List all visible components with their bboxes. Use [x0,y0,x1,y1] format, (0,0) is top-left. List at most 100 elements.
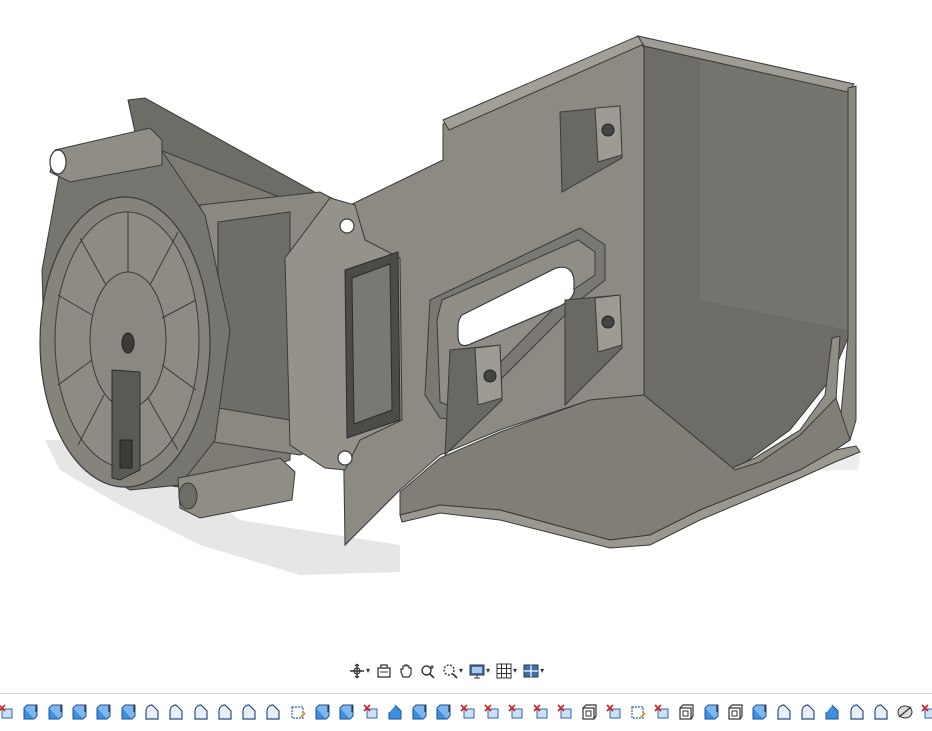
timeline-extrude-feature[interactable] [43,700,67,724]
extrude-icon [70,703,88,721]
flange-hole-bottom [337,450,353,466]
timeline-extrude-feature[interactable] [91,700,115,724]
timeline-sketch-feature[interactable] [650,700,674,724]
extrude-icon [119,703,137,721]
timeline-extrude-feature[interactable] [699,700,723,724]
fillet-icon [264,703,282,721]
timeline-extrude-feature[interactable] [747,700,771,724]
chevron-down-icon: ▾ [486,666,491,675]
chevron-down-icon: ▾ [513,666,518,675]
timeline-shell-feature[interactable] [674,700,698,724]
extrude-icon [94,703,112,721]
blower-fan[interactable] [39,97,403,519]
fillet-icon [799,703,817,721]
pan-button[interactable] [397,659,415,683]
chamfer-icon [823,703,841,721]
fan-ear-bottom-hole [178,482,198,510]
fit-icon [442,663,458,679]
timeline-chamfer-feature[interactable] [383,700,407,724]
side-wall-shade [700,60,848,330]
fillet-icon [240,703,258,721]
look-at-icon [376,663,392,679]
extrude-icon [434,703,452,721]
viewports-button[interactable]: ▾ [522,659,545,683]
chevron-down-icon: ▾ [366,666,371,675]
display-settings-icon [469,663,485,679]
sketch-icon [0,703,15,721]
timeline-fillet-feature[interactable] [772,700,796,724]
timeline-sketch-feature[interactable] [0,700,18,724]
grid-icon [496,663,512,679]
look-at-button[interactable] [375,659,393,683]
fillet-icon [216,703,234,721]
timeline-fillet-feature[interactable] [261,700,285,724]
fan-ear-top-hole [49,149,67,175]
timeline-shell-feature[interactable] [577,700,601,724]
pan-icon [398,663,414,679]
timeline-extrude-feature[interactable] [18,700,42,724]
extrude-icon [21,703,39,721]
timeline-sketch-feature[interactable] [504,700,528,724]
timeline-extrude-feature[interactable] [431,700,455,724]
timeline-chamfer-feature[interactable] [820,700,844,724]
chevron-down-icon: ▾ [540,666,545,675]
timeline-extrude-feature[interactable] [115,700,139,724]
timeline-fillet-feature[interactable] [164,700,188,724]
flange-hole-top [339,218,355,234]
sketch-icon [920,703,932,721]
fillet-icon [775,703,793,721]
orbit-icon [349,663,365,679]
timeline-plane-feature[interactable] [626,700,650,724]
timeline-fillet-feature[interactable] [140,700,164,724]
navigation-toolbar: ▾ ▾ ▾ ▾ ▾ [348,658,545,684]
bracket-body[interactable] [339,35,861,549]
zoom-button[interactable] [419,659,437,683]
fillet-icon [848,703,866,721]
timeline-sketch-feature[interactable] [456,700,480,724]
mount-hole-right [601,315,615,329]
timeline-extrude-feature[interactable] [310,700,334,724]
timeline-fillet-feature[interactable] [213,700,237,724]
timeline-plane-feature[interactable] [286,700,310,724]
sketch-icon [653,703,671,721]
timeline-fillet-feature[interactable] [188,700,212,724]
extrude-icon [702,703,720,721]
fillet-icon [143,703,161,721]
fit-button[interactable]: ▾ [441,659,464,683]
timeline-fillet-feature[interactable] [869,700,893,724]
timeline-sketch-feature[interactable] [358,700,382,724]
extrude-icon [313,703,331,721]
fillet-icon [192,703,210,721]
timeline-mirror-feature[interactable] [893,700,917,724]
duct-opening-inner [351,263,393,425]
timeline-sketch-feature[interactable] [529,700,553,724]
sketch-icon [483,703,501,721]
extrude-icon [46,703,64,721]
model-canvas[interactable] [0,0,932,655]
timeline-sketch-feature[interactable] [553,700,577,724]
timeline-extrude-feature[interactable] [334,700,358,724]
mount-hole-left [483,369,497,383]
display-settings-button[interactable]: ▾ [468,659,491,683]
timeline-fillet-feature[interactable] [237,700,261,724]
zoom-icon [420,663,436,679]
sketch-icon [362,703,380,721]
sketch-icon [556,703,574,721]
fillet-icon [167,703,185,721]
timeline-fillet-feature[interactable] [844,700,868,724]
timeline-track [0,700,932,724]
timeline-shell-feature[interactable] [723,700,747,724]
timeline-fillet-feature[interactable] [796,700,820,724]
connector-pins [119,439,133,469]
timeline-sketch-feature[interactable] [480,700,504,724]
timeline-extrude-feature[interactable] [67,700,91,724]
feature-timeline[interactable] [0,693,932,731]
timeline-sketch-feature[interactable] [601,700,625,724]
grid-button[interactable]: ▾ [495,659,518,683]
timeline-extrude-feature[interactable] [407,700,431,724]
3d-viewport[interactable] [0,0,932,655]
orbit-button[interactable]: ▾ [348,659,371,683]
chamfer-icon [386,703,404,721]
sketch-icon [605,703,623,721]
timeline-sketch-feature[interactable] [917,700,932,724]
